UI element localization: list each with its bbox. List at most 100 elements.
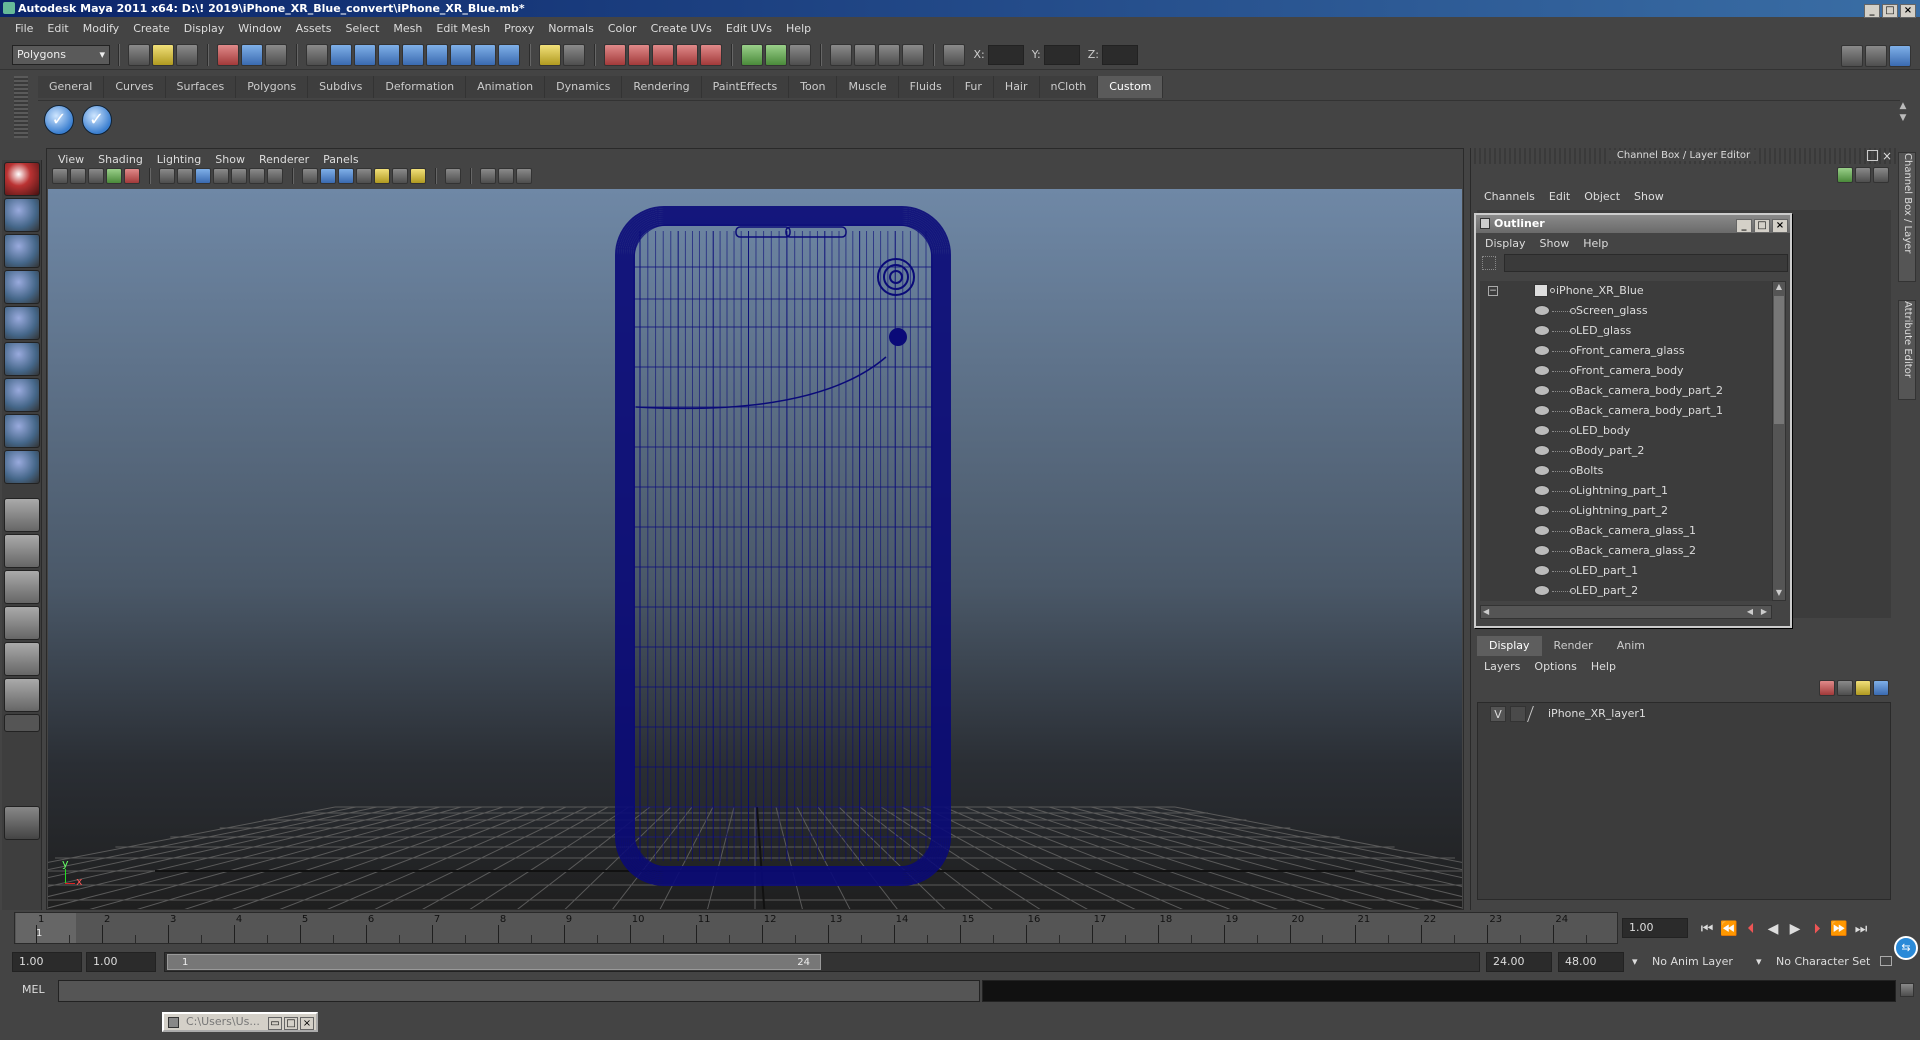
- shelf-tab-rendering[interactable]: Rendering: [622, 76, 702, 98]
- step-back-key-icon[interactable]: ⏪: [1718, 918, 1740, 940]
- outliner-vscroll[interactable]: ▲ ▼: [1772, 281, 1786, 601]
- menu-mesh[interactable]: Mesh: [386, 18, 429, 40]
- outliner-item[interactable]: LED_part_2: [1480, 581, 1772, 601]
- four-view-layout-icon[interactable]: [3, 534, 40, 568]
- outliner-root-item[interactable]: − iPhone_XR_Blue: [1480, 281, 1772, 301]
- construction-history-icon[interactable]: [789, 44, 811, 66]
- scroll-up-arrow[interactable]: ▲: [1773, 282, 1785, 294]
- bookmark-icon[interactable]: [88, 168, 104, 184]
- mel-label[interactable]: MEL: [22, 983, 45, 996]
- channel-box-toggle-icon[interactable]: [1855, 167, 1871, 183]
- soft-mod-tool-icon[interactable]: [3, 414, 40, 448]
- end-time-field[interactable]: 48.00: [1558, 952, 1624, 972]
- z-field[interactable]: [1102, 45, 1139, 65]
- layer-template-toggle[interactable]: [1510, 706, 1526, 722]
- side-tab-channel-box[interactable]: Channel Box / Layer Editor: [1898, 152, 1916, 282]
- wireframe-icon[interactable]: [159, 168, 175, 184]
- isolate-icon[interactable]: [267, 168, 283, 184]
- outliner-layout-icon[interactable]: [3, 570, 40, 604]
- menu-create[interactable]: Create: [126, 18, 177, 40]
- menu-assets[interactable]: Assets: [289, 18, 339, 40]
- channel-box-menu-show[interactable]: Show: [1627, 186, 1671, 208]
- layer-up-icon[interactable]: [1855, 680, 1871, 696]
- help-bubble-icon[interactable]: ⇆: [1894, 936, 1918, 960]
- render-frame-icon[interactable]: [854, 44, 876, 66]
- go-to-end-icon[interactable]: ⏭: [1850, 918, 1872, 940]
- shelf-tab-dynamics[interactable]: Dynamics: [545, 76, 623, 98]
- render-view-icon[interactable]: [830, 44, 852, 66]
- side-tab-attribute-editor[interactable]: Attribute Editor: [1898, 300, 1916, 400]
- quick-layout-icon[interactable]: [3, 806, 40, 840]
- layer-tab-render[interactable]: Render: [1542, 636, 1605, 656]
- select-object-icon[interactable]: [241, 44, 263, 66]
- shelf-tab-curves[interactable]: Curves: [104, 76, 166, 98]
- checker-icon[interactable]: [356, 168, 372, 184]
- use-lights-icon[interactable]: [374, 168, 390, 184]
- smooth-shade-icon[interactable]: [177, 168, 193, 184]
- ipr-render-icon[interactable]: [878, 44, 900, 66]
- filter-icon[interactable]: [1482, 256, 1496, 270]
- outliner-menu-display[interactable]: Display: [1478, 233, 1533, 255]
- shelf-tab-fluids[interactable]: Fluids: [899, 76, 954, 98]
- go-to-start-icon[interactable]: ⏮: [1696, 918, 1718, 940]
- outliner-item[interactable]: Back_camera_body_part_2: [1480, 381, 1772, 401]
- shelf-tab-animation[interactable]: Animation: [466, 76, 546, 98]
- mask-misc-icon[interactable]: [474, 44, 496, 66]
- default-material-icon[interactable]: [320, 168, 336, 184]
- menu-edit-mesh[interactable]: Edit Mesh: [429, 18, 497, 40]
- new-scene-icon[interactable]: [128, 44, 150, 66]
- step-forward-key-icon[interactable]: ⏩: [1828, 918, 1850, 940]
- graph-layout-icon[interactable]: [3, 606, 40, 640]
- channel-box-menu-channels[interactable]: Channels: [1477, 186, 1542, 208]
- collapse-icon[interactable]: −: [1488, 286, 1498, 296]
- mask-surfaces-icon[interactable]: [378, 44, 400, 66]
- viewport-canvas[interactable]: y x: [48, 189, 1462, 909]
- restore-window-button[interactable]: ▭: [268, 1017, 282, 1030]
- lock-selection-icon[interactable]: [539, 44, 561, 66]
- save-scene-icon[interactable]: [176, 44, 198, 66]
- shelf-tab-toon[interactable]: Toon: [789, 76, 838, 98]
- shelf-tab-deformation[interactable]: Deformation: [374, 76, 467, 98]
- menu-modify[interactable]: Modify: [76, 18, 126, 40]
- outliner-item[interactable]: Back_camera_glass_1: [1480, 521, 1772, 541]
- menu-create-uvs[interactable]: Create UVs: [644, 18, 719, 40]
- menu-display[interactable]: Display: [177, 18, 232, 40]
- script-editor-icon[interactable]: [1900, 983, 1914, 997]
- select-hierarchy-icon[interactable]: [217, 44, 239, 66]
- minimize-button[interactable]: _: [1864, 4, 1880, 18]
- outliner-item[interactable]: Back_camera_body_part_1: [1480, 401, 1772, 421]
- menu-help[interactable]: Help: [779, 18, 818, 40]
- move-tool-icon[interactable]: [3, 270, 40, 304]
- layer-editor-menu-help[interactable]: Help: [1584, 656, 1623, 678]
- snap-view-plane-icon[interactable]: [676, 44, 698, 66]
- open-scene-icon[interactable]: [152, 44, 174, 66]
- command-input[interactable]: [58, 980, 980, 1002]
- check-script-icon-2[interactable]: ✓: [81, 105, 112, 135]
- y-field[interactable]: [1044, 45, 1081, 65]
- image-plane-icon[interactable]: [106, 168, 122, 184]
- float-panel-icon[interactable]: [1867, 150, 1878, 161]
- shelf-tab-subdivs[interactable]: Subdivs: [308, 76, 375, 98]
- toggle-channel-box-icon[interactable]: [1889, 45, 1911, 67]
- mask-deformations-icon[interactable]: [402, 44, 424, 66]
- share-view-icon[interactable]: [516, 168, 532, 184]
- outliner-item[interactable]: Lightning_part_1: [1480, 481, 1772, 501]
- shelf-tab-surfaces[interactable]: Surfaces: [166, 76, 237, 98]
- new-layer-selected-icon[interactable]: [1837, 680, 1853, 696]
- camera-select-icon[interactable]: [52, 168, 68, 184]
- grey-light-icon[interactable]: [392, 168, 408, 184]
- shaded-box-icon[interactable]: [338, 168, 354, 184]
- scroll-thumb[interactable]: [1774, 296, 1784, 424]
- channel-box-layers-icon[interactable]: [1837, 167, 1853, 183]
- layer-editor-menu-options[interactable]: Options: [1527, 656, 1583, 678]
- grid-toggle-icon[interactable]: [124, 168, 140, 184]
- step-back-frame-icon[interactable]: ⏴: [1740, 918, 1762, 940]
- mask-handles-icon[interactable]: [306, 44, 328, 66]
- shelf-handle[interactable]: [14, 76, 28, 138]
- play-backwards-icon[interactable]: ◀: [1762, 918, 1784, 940]
- close-panel-icon[interactable]: ×: [1882, 148, 1892, 164]
- film-gate-icon[interactable]: [498, 168, 514, 184]
- manipulator-tool-icon[interactable]: [3, 378, 40, 412]
- shelf-tab-custom[interactable]: Custom: [1098, 76, 1164, 98]
- mode-selector[interactable]: Polygons ▾: [12, 45, 110, 65]
